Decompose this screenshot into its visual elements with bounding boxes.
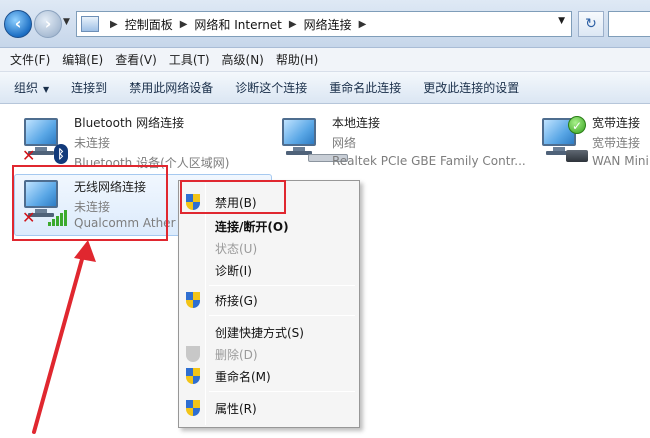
- menu-item-label: 删除(D): [215, 348, 258, 362]
- breadcrumb-control-panel[interactable]: 控制面板: [125, 16, 173, 33]
- command-bar: 组织 ▼ 连接到 禁用此网络设备 诊断这个连接 重命名此连接 更改此连接的设置: [0, 72, 650, 104]
- menu-separator: [209, 285, 355, 286]
- connection-broadband[interactable]: ✓ 宽带连接 宽带连接 WAN Mini: [538, 110, 650, 170]
- uac-shield-icon: [186, 346, 200, 362]
- menu-bar: 文件(F) 编辑(E) 查看(V) 工具(T) 高级(N) 帮助(H): [0, 48, 650, 72]
- network-adapter-icon: ✕ ᛒ: [20, 116, 68, 164]
- history-dropdown-icon[interactable]: ▼: [63, 17, 70, 27]
- menu-item-diagnose[interactable]: 诊断(I): [181, 259, 357, 281]
- connection-status: 未连接: [74, 136, 111, 150]
- menu-item-rename[interactable]: 重命名(M): [181, 365, 357, 387]
- connection-name: 宽带连接: [592, 116, 641, 130]
- connection-device: WAN Mini: [592, 154, 649, 168]
- organize-label: 组织: [14, 81, 39, 95]
- rename-button[interactable]: 重命名此连接: [329, 79, 401, 96]
- breadcrumb[interactable]: ▶ 控制面板 ▶ 网络和 Internet ▶ 网络连接 ▶ ▼: [76, 11, 572, 37]
- menu-separator: [209, 315, 355, 316]
- uac-shield-icon: [186, 400, 200, 416]
- connection-status: 宽带连接: [592, 136, 641, 150]
- menu-edit[interactable]: 编辑(E): [56, 51, 109, 68]
- menu-separator: [209, 391, 355, 392]
- menu-item-connect-disconnect[interactable]: 连接/断开(O): [181, 215, 357, 237]
- menu-item-status: 状态(U): [181, 237, 357, 259]
- forward-button[interactable]: ›: [34, 10, 62, 38]
- menu-item-bridge[interactable]: 桥接(G): [181, 289, 357, 311]
- disable-device-button[interactable]: 禁用此网络设备: [129, 79, 213, 96]
- connection-local[interactable]: 本地连接 网络 Realtek PCIe GBE Family Contr...: [278, 110, 528, 170]
- chevron-right-icon[interactable]: ▶: [289, 19, 297, 30]
- menu-item-delete: 删除(D): [181, 343, 357, 365]
- menu-advanced[interactable]: 高级(N): [216, 51, 270, 68]
- address-bar: ‹ › ▼ ▶ 控制面板 ▶ 网络和 Internet ▶ 网络连接 ▶ ▼ ↻: [0, 0, 650, 48]
- annotation-box-wireless: [12, 165, 168, 241]
- menu-item-label: 重命名(M): [215, 370, 271, 384]
- refresh-button[interactable]: ↻: [578, 11, 604, 37]
- bluetooth-icon: ᛒ: [54, 144, 68, 164]
- menu-item-label: 属性(R): [215, 402, 257, 416]
- chevron-right-icon[interactable]: ▶: [359, 19, 367, 30]
- connected-check-icon: ✓: [568, 116, 586, 134]
- connect-to-button[interactable]: 连接到: [71, 79, 107, 96]
- change-settings-button[interactable]: 更改此连接的设置: [423, 79, 519, 96]
- control-panel-icon: [81, 16, 99, 32]
- connection-bluetooth[interactable]: ✕ ᛒ Bluetooth 网络连接 未连接 Bluetooth 设备(个人区域…: [20, 110, 270, 170]
- menu-item-create-shortcut[interactable]: 创建快捷方式(S): [181, 321, 357, 343]
- connection-device: Realtek PCIe GBE Family Contr...: [332, 154, 526, 168]
- disconnected-x-icon: ✕: [22, 146, 36, 165]
- annotation-box-disable: [180, 180, 286, 214]
- search-input[interactable]: [608, 11, 650, 37]
- diagnose-button[interactable]: 诊断这个连接: [235, 79, 307, 96]
- menu-tools[interactable]: 工具(T): [163, 51, 216, 68]
- menu-item-label: 诊断(I): [215, 264, 252, 278]
- organize-button[interactable]: 组织 ▼: [14, 79, 49, 96]
- uac-shield-icon: [186, 368, 200, 384]
- chevron-right-icon[interactable]: ▶: [110, 19, 118, 30]
- breadcrumb-network-internet[interactable]: 网络和 Internet: [194, 16, 281, 33]
- connection-name: 本地连接: [332, 116, 381, 130]
- menu-item-label: 连接/断开(O): [215, 220, 289, 234]
- menu-file[interactable]: 文件(F): [4, 51, 56, 68]
- chevron-down-icon[interactable]: ▼: [558, 16, 565, 26]
- menu-help[interactable]: 帮助(H): [270, 51, 324, 68]
- menu-view[interactable]: 查看(V): [109, 51, 163, 68]
- menu-item-properties[interactable]: 属性(R): [181, 397, 357, 419]
- chevron-right-icon[interactable]: ▶: [180, 19, 188, 30]
- connection-status: 网络: [332, 136, 357, 150]
- modem-icon: [566, 150, 588, 162]
- network-adapter-icon: ✓: [538, 116, 588, 164]
- context-menu: 禁用(B) 连接/断开(O) 状态(U) 诊断(I) 桥接(G) 创建快捷方式(…: [178, 180, 360, 428]
- connection-name: Bluetooth 网络连接: [74, 116, 185, 130]
- menu-item-label: 创建快捷方式(S): [215, 326, 304, 340]
- network-adapter-icon: [278, 116, 348, 164]
- back-button[interactable]: ‹: [4, 10, 32, 38]
- uac-shield-icon: [186, 292, 200, 308]
- breadcrumb-network-connections[interactable]: 网络连接: [304, 16, 352, 33]
- menu-item-label: 状态(U): [215, 242, 258, 256]
- chevron-down-icon: ▼: [43, 85, 50, 94]
- menu-item-label: 桥接(G): [215, 294, 258, 308]
